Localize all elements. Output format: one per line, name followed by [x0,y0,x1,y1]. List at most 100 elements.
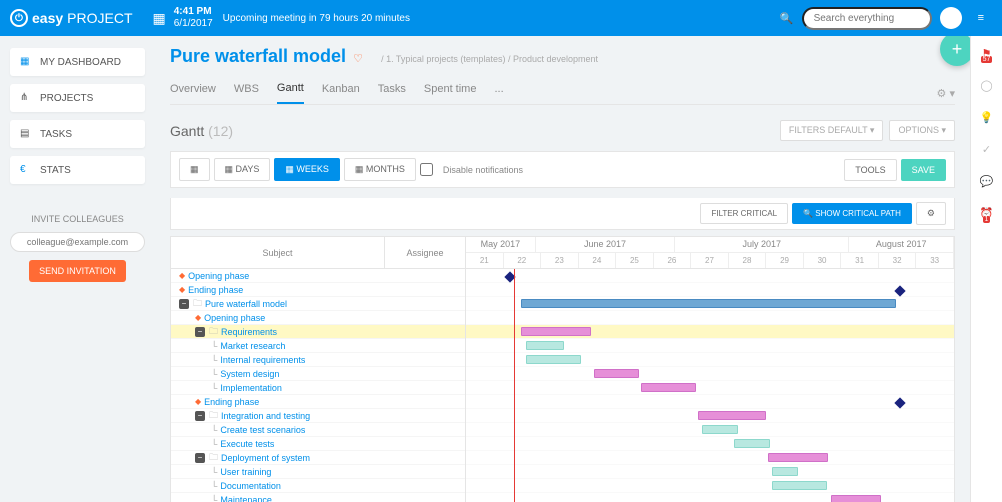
user-icon[interactable]: ◯ [980,78,994,92]
gantt-bar[interactable] [768,453,828,462]
gantt-row[interactable]: └Documentation [171,479,465,493]
gantt-row[interactable]: └Market research [171,339,465,353]
days-button[interactable]: ▦ DAYS [214,158,271,181]
gantt-row[interactable]: −🗀Deployment of system [171,451,465,465]
week-header: 31 [841,253,879,268]
week-header: 24 [579,253,617,268]
save-button[interactable]: SAVE [901,159,946,181]
breadcrumb[interactable]: / 1. Typical projects (templates) / Prod… [381,54,598,64]
tab-gantt[interactable]: Gantt [277,82,304,104]
tab-kanban[interactable]: Kanban [322,83,360,103]
gantt-row[interactable]: └Create test scenarios [171,423,465,437]
date: 6/1/2017 [174,18,213,30]
collapse-icon[interactable]: − [195,327,205,337]
weeks-button[interactable]: ▦ WEEKS [274,158,340,181]
week-header: 28 [729,253,767,268]
gantt-bar-row [466,493,954,502]
gantt-bar[interactable] [702,425,738,434]
gantt-bar[interactable] [734,439,770,448]
page-title[interactable]: Pure waterfall model [170,46,346,67]
disable-notifications-checkbox[interactable] [420,163,433,176]
gantt-bar[interactable] [641,383,696,392]
collapse-icon[interactable]: − [179,299,189,309]
tab-wbs[interactable]: WBS [234,83,259,103]
options-button[interactable]: OPTIONS ▾ [889,120,955,141]
flag-icon[interactable]: ⚑57 [980,46,994,60]
week-header: 26 [654,253,692,268]
row-label: Market research [220,341,285,351]
gantt-row[interactable]: └User training [171,465,465,479]
menu-icon[interactable]: ≡ [978,12,984,24]
task-icon: └ [211,369,217,379]
gantt-row[interactable]: −🗀Requirements [171,325,465,339]
milestone-marker[interactable] [894,397,905,408]
show-critical-path-button[interactable]: 🔍 SHOW CRITICAL PATH [792,203,912,224]
avatar[interactable] [940,7,962,29]
gantt-row[interactable]: └Internal requirements [171,353,465,367]
search-icon[interactable]: 🔍 [780,12,794,25]
nav-stats[interactable]: €STATS [10,156,145,184]
favorite-icon[interactable]: ♡ [353,53,363,65]
row-label: Pure waterfall model [205,299,287,309]
settings-icon[interactable]: ⚙ [916,202,946,225]
month-header: August 2017 [849,237,954,252]
gantt-bar[interactable] [521,327,591,336]
milestone-icon: ◆ [179,285,185,294]
gantt-row[interactable]: −🗀Pure waterfall model [171,297,465,311]
row-label: Deployment of system [221,453,310,463]
week-header: 22 [504,253,542,268]
gantt-row[interactable]: ◆Ending phase [171,283,465,297]
milestone-marker[interactable] [894,285,905,296]
week-header: 25 [616,253,654,268]
gantt-bar[interactable] [594,369,639,378]
week-header: 32 [879,253,917,268]
search-input[interactable] [802,7,932,30]
gantt-row[interactable]: ◆Opening phase [171,269,465,283]
nav-dashboard[interactable]: ▦MY DASHBOARD [10,48,145,76]
chat-icon[interactable]: 💬 [980,174,994,188]
gantt-bar[interactable] [526,341,564,350]
add-button[interactable]: + [940,36,970,66]
nav-tasks[interactable]: ▤TASKS [10,120,145,148]
bulb-icon[interactable]: 💡 [980,110,994,124]
invite-email-input[interactable] [10,232,145,252]
topbar: ⏻ easyPROJECT ▦ 4:41 PM 6/1/2017 Upcomin… [0,0,1002,36]
nav-projects[interactable]: ⋔PROJECTS [10,84,145,112]
tools-button[interactable]: TOOLS [844,159,896,181]
folder-icon: 🗀 [193,296,202,312]
gantt-bar[interactable] [698,411,766,420]
dashboard-icon: ▦ [20,56,32,68]
gantt-bar-row [466,437,954,451]
row-label: Documentation [220,481,281,491]
gantt-chart: Subject Assignee ◆Opening phase◆Ending p… [170,236,955,502]
tab-more[interactable]: ... [494,83,503,103]
gantt-bar[interactable] [526,355,581,364]
logo-icon: ⏻ [10,9,28,27]
milestone-icon: ◆ [195,397,201,406]
gantt-row[interactable]: └System design [171,367,465,381]
gantt-row[interactable]: └Maintenance [171,493,465,502]
check-icon[interactable]: ✓ [980,142,994,156]
months-button[interactable]: ▦ MONTHS [344,158,416,181]
tab-tasks[interactable]: Tasks [378,83,406,103]
zoom-out-button[interactable]: ▦ [179,158,210,181]
milestone-icon: ◆ [195,313,201,322]
tab-spent[interactable]: Spent time [424,83,477,103]
send-invitation-button[interactable]: SEND INVITATION [29,260,126,282]
collapse-icon[interactable]: − [195,453,205,463]
calendar-icon[interactable]: ▦ [153,10,166,27]
gear-icon[interactable]: ⚙ ▾ [937,87,955,100]
month-header: July 2017 [675,237,849,252]
filters-default-button[interactable]: FILTERS DEFAULT ▾ [780,120,884,141]
tab-overview[interactable]: Overview [170,83,216,103]
gantt-bar[interactable] [831,495,881,502]
gantt-row[interactable]: −🗀Integration and testing [171,409,465,423]
clock-icon[interactable]: ⏰1 [980,206,994,220]
gantt-bar[interactable] [772,481,827,490]
collapse-icon[interactable]: − [195,411,205,421]
gantt-bar[interactable] [521,299,896,308]
gantt-bar[interactable] [772,467,798,476]
gantt-row[interactable]: └Implementation [171,381,465,395]
filter-critical-button[interactable]: FILTER CRITICAL [700,203,788,224]
logo[interactable]: ⏻ easyPROJECT [10,9,133,27]
